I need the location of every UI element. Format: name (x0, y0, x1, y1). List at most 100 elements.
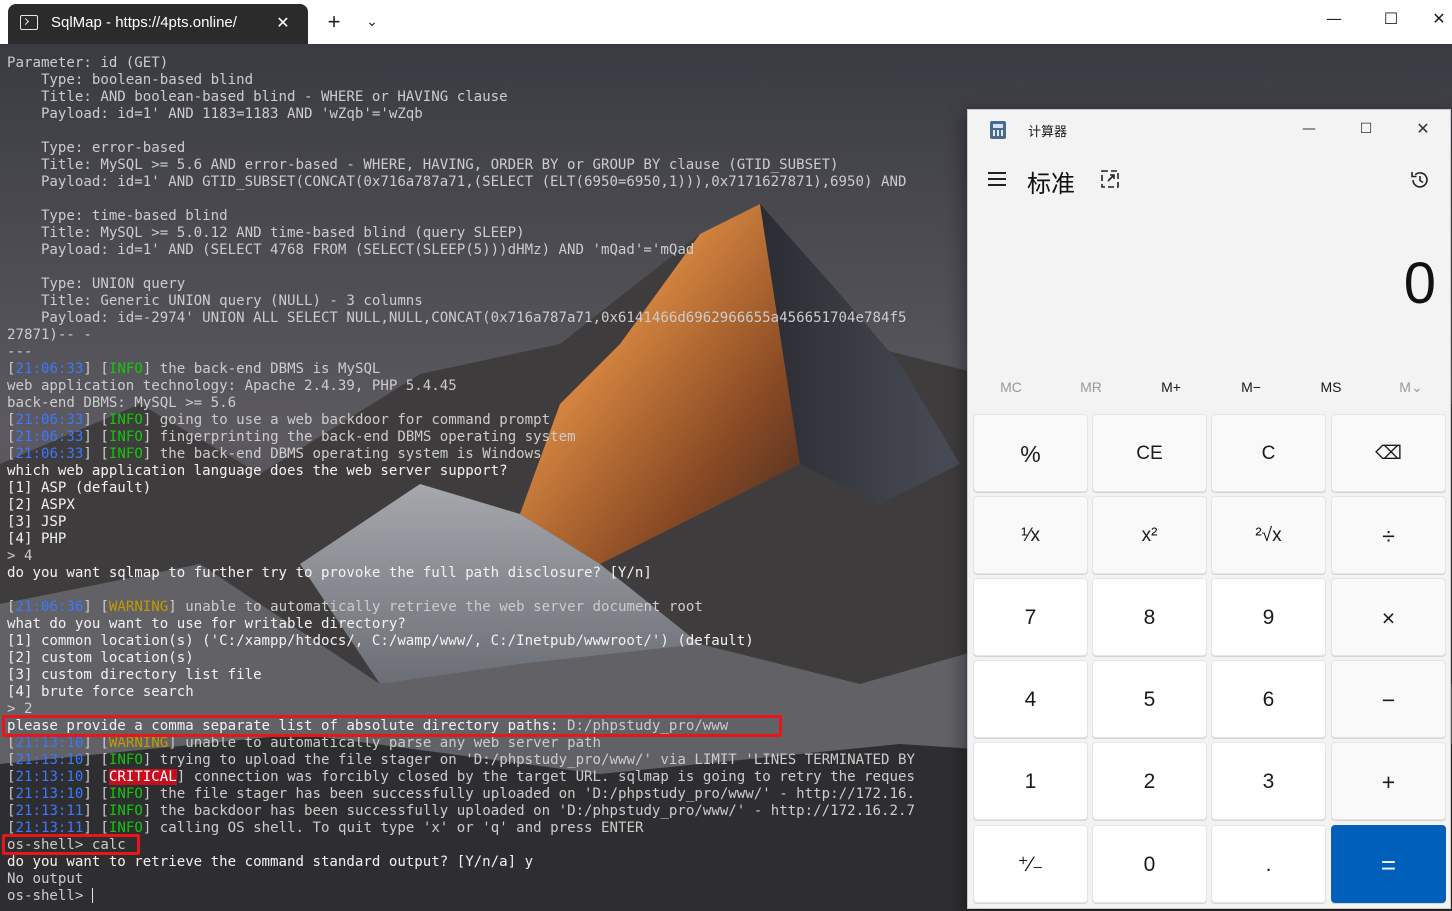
maximize-button[interactable]: ☐ (1373, 6, 1409, 32)
clear-key[interactable]: C (1211, 414, 1326, 492)
line-text: the back-end DBMS is MySQL (151, 361, 381, 377)
log-timestamp: 21:13:10 (15, 752, 84, 768)
log-timestamp: 21:06:33 (15, 429, 84, 445)
log-timestamp: 21:13:11 (15, 803, 84, 819)
close-window-button[interactable]: ✕ (1426, 6, 1452, 32)
equals-key[interactable]: = (1331, 825, 1446, 903)
line-text: Title: AND boolean-based blind - WHERE o… (7, 89, 508, 105)
bracket: [ (7, 412, 16, 428)
calculator-minimize-button[interactable]: — (1294, 118, 1324, 140)
log-timestamp: 21:13:10 (15, 769, 84, 785)
bracket: [ (7, 752, 16, 768)
terminal-line: [21:13:10] [INFO] trying to upload the f… (7, 752, 967, 769)
terminal-line: Payload: id=1' AND (SELECT 4768 FROM (SE… (7, 242, 967, 259)
terminal-line: [21:06:36] [WARNING] unable to automatic… (7, 599, 967, 616)
line-text: trying to upload the file stager on 'D:/… (151, 752, 915, 768)
subtract-key[interactable]: − (1331, 660, 1446, 738)
memory-button[interactable]: M− (1212, 372, 1290, 402)
terminal-line: [21:06:33] [INFO] fingerprinting the bac… (7, 429, 967, 446)
square-root-key[interactable]: ²√x (1211, 496, 1326, 574)
digit-0-key[interactable]: 0 (1092, 825, 1207, 903)
log-level: INFO (108, 429, 143, 445)
digit-7-key[interactable]: 7 (973, 578, 1088, 656)
negate-key[interactable]: ⁺⁄₋ (973, 825, 1088, 903)
history-icon[interactable] (1408, 168, 1432, 192)
bracket: [ (7, 786, 16, 802)
bracket: ] [ (83, 412, 109, 428)
reciprocal-key[interactable]: ¹⁄x (973, 496, 1088, 574)
log-level: INFO (108, 446, 143, 462)
clear-entry-key[interactable]: CE (1092, 414, 1207, 492)
bracket: ] [ (83, 786, 109, 802)
log-level: INFO (108, 786, 143, 802)
terminal-line: [3] custom directory list file (7, 667, 967, 684)
memory-button[interactable]: MR (1052, 372, 1130, 402)
line-text: Title: Generic UNION query (NULL) - 3 co… (7, 293, 423, 309)
line-text: what do you want to use for writable dir… (7, 616, 406, 632)
calculator-close-button[interactable]: ✕ (1408, 118, 1438, 140)
terminal-line: No output (7, 871, 967, 888)
line-text: web application technology: Apache 2.4.3… (7, 378, 457, 394)
multiply-key[interactable]: × (1331, 578, 1446, 656)
memory-button[interactable]: MS (1292, 372, 1370, 402)
line-text: unable to automatically retrieve the web… (176, 599, 703, 615)
terminal-line: [1] common location(s) ('C:/xampp/htdocs… (7, 633, 967, 650)
highlight-box-os-shell-calc (2, 834, 140, 855)
square-key[interactable]: x² (1092, 496, 1207, 574)
line-text: No output (7, 871, 84, 887)
line-text: Type: boolean-based blind (7, 72, 254, 88)
minimize-button[interactable]: — (1316, 6, 1352, 32)
terminal-line: Title: Generic UNION query (NULL) - 3 co… (7, 293, 967, 310)
line-text: back-end DBMS: MySQL >= 5.6 (7, 395, 237, 411)
terminal-line: 27871)-- - (7, 327, 967, 344)
log-timestamp: 21:13:10 (15, 735, 84, 751)
decimal-key[interactable]: . (1211, 825, 1326, 903)
calculator-mode-label: 标准 (1027, 170, 1075, 198)
line-text: [4] PHP (7, 531, 67, 547)
digit-8-key[interactable]: 8 (1092, 578, 1207, 656)
bracket: ] (176, 769, 186, 785)
new-tab-button[interactable]: + (322, 10, 346, 34)
keep-on-top-icon[interactable] (1100, 169, 1120, 189)
line-text: [3] JSP (7, 514, 67, 530)
tab-close-icon[interactable]: ✕ (272, 12, 294, 34)
memory-button[interactable]: MC (972, 372, 1050, 402)
digit-4-key[interactable]: 4 (973, 660, 1088, 738)
digit-2-key[interactable]: 2 (1092, 742, 1207, 820)
line-text: os-shell> (7, 888, 92, 904)
memory-row: MC MR M+ M− MS M⌄ (971, 372, 1449, 402)
bracket: [ (7, 735, 16, 751)
terminal-output: Parameter: id (GET) Type: boolean-based … (7, 55, 967, 905)
percent-key[interactable]: % (973, 414, 1088, 492)
calculator-window[interactable]: 计算器 — ☐ ✕ 标准 0 MC MR M+ M− MS M⌄ % CE C ⌫ ¹⁄x x² ²√… (967, 109, 1451, 909)
bracket: ] [ (83, 735, 109, 751)
line-text: > 4 (7, 548, 33, 564)
calculator-display: 0 (1403, 251, 1436, 316)
calculator-maximize-button[interactable]: ☐ (1351, 118, 1381, 140)
digit-1-key[interactable]: 1 (973, 742, 1088, 820)
line-text: the back-end DBMS operating system is Wi… (151, 446, 542, 462)
bracket: ] [ (83, 361, 109, 377)
digit-3-key[interactable]: 3 (1211, 742, 1326, 820)
digit-5-key[interactable]: 5 (1092, 660, 1207, 738)
add-key[interactable]: + (1331, 742, 1446, 820)
bracket: ] (168, 599, 177, 615)
line-text: [1] common location(s) ('C:/xampp/htdocs… (7, 633, 754, 649)
bracket: [ (7, 446, 16, 462)
digit-9-key[interactable]: 9 (1211, 578, 1326, 656)
digit-6-key[interactable]: 6 (1211, 660, 1326, 738)
hamburger-menu-icon[interactable] (986, 168, 1008, 190)
tab-dropdown-icon[interactable]: ⌄ (360, 10, 384, 34)
memory-button[interactable]: M+ (1132, 372, 1210, 402)
backspace-key[interactable]: ⌫ (1331, 414, 1446, 492)
terminal-line: Payload: id=1' AND 1183=1183 AND 'wZqb'=… (7, 106, 967, 123)
terminal-tab[interactable]: SqlMap - https://4pts.online/ ✕ (8, 4, 308, 44)
terminal-line: do you want sqlmap to further try to pro… (7, 565, 967, 582)
memory-button[interactable]: M⌄ (1372, 372, 1450, 402)
divide-key[interactable]: ÷ (1331, 496, 1446, 574)
line-text: Type: time-based blind (7, 208, 228, 224)
line-text: do you want to retrieve the command stan… (7, 854, 534, 870)
calculator-app-icon (990, 121, 1006, 139)
line-text: [3] custom directory list file (7, 667, 262, 683)
line-text: which web application language does the … (7, 463, 508, 479)
